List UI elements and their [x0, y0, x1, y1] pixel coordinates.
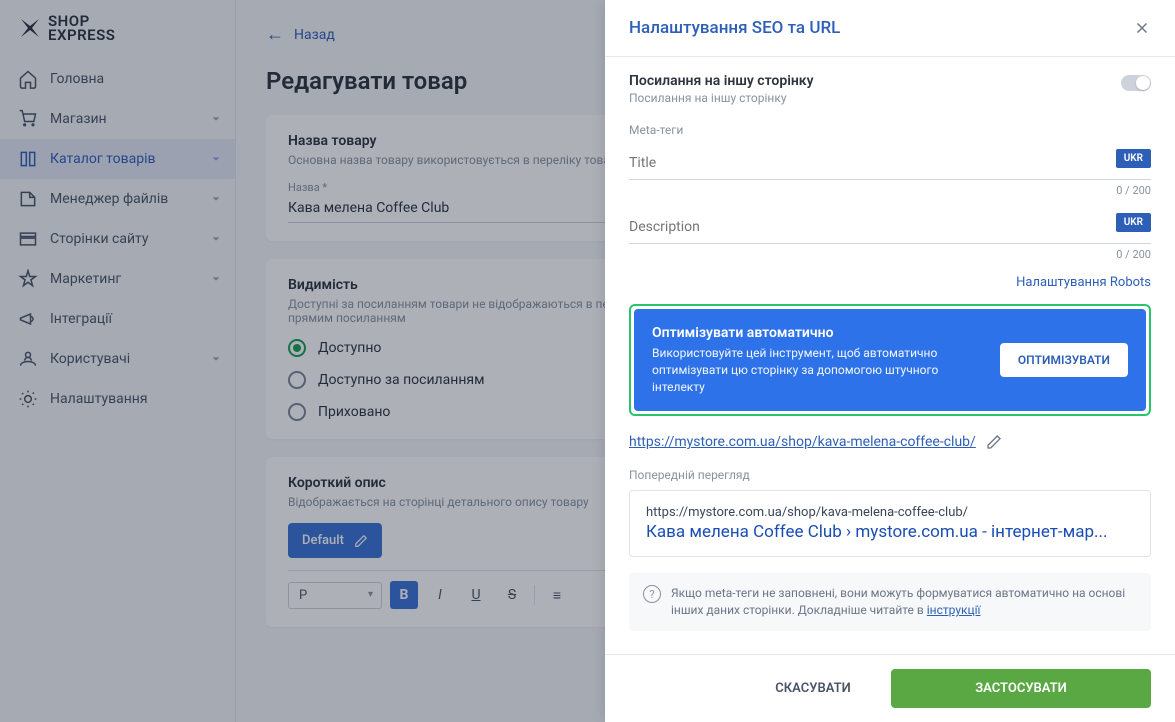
preview-label: Попередній перегляд [629, 468, 1151, 482]
description-char-count: 0 / 200 [629, 248, 1151, 261]
preview-url: https://mystore.com.ua/shop/kava-melena-… [646, 505, 1134, 520]
redirect-subtitle: Посилання на іншу сторінку [629, 91, 1121, 105]
instructions-link[interactable]: інструкції [927, 603, 981, 617]
panel-title: Налаштування SEO та URL [629, 18, 840, 38]
meta-section-label: Meta-теги [629, 123, 1151, 137]
title-char-count: 0 / 200 [629, 184, 1151, 197]
seo-settings-panel: Налаштування SEO та URL Посилання на інш… [605, 0, 1175, 722]
meta-description-input[interactable] [629, 211, 1151, 244]
redirect-title: Посилання на іншу сторінку [629, 73, 1121, 89]
info-box: ? Якщо meta-теги не заповнені, вони можу… [629, 573, 1151, 631]
pencil-icon[interactable] [986, 434, 1002, 450]
optimize-description: Використовуйте цей інструмент, щоб автом… [652, 345, 984, 395]
cancel-button[interactable]: СКАСУВАТИ [747, 669, 879, 708]
panel-header: Налаштування SEO та URL [605, 0, 1175, 57]
optimize-highlight: Оптимізувати автоматично Використовуйте … [629, 304, 1151, 416]
redirect-toggle-row: Посилання на іншу сторінку Посилання на … [629, 73, 1151, 105]
redirect-toggle[interactable] [1121, 75, 1151, 91]
robots-settings-link[interactable]: Налаштування Robots [629, 275, 1151, 290]
preview-title: Кава мелена Coffee Club › mystore.com.ua… [646, 522, 1134, 542]
apply-button[interactable]: ЗАСТОСУВАТИ [891, 669, 1151, 708]
optimize-button[interactable]: ОПТИМІЗУВАТИ [1000, 343, 1128, 377]
optimize-title: Оптимізувати автоматично [652, 325, 984, 341]
close-icon[interactable] [1133, 19, 1151, 37]
info-icon: ? [643, 585, 661, 603]
panel-footer: СКАСУВАТИ ЗАСТОСУВАТИ [605, 654, 1175, 722]
meta-title-input[interactable] [629, 147, 1151, 180]
search-preview: https://mystore.com.ua/shop/kava-melena-… [629, 490, 1151, 557]
optimize-box: Оптимізувати автоматично Використовуйте … [634, 309, 1146, 411]
lang-badge[interactable]: UKR [1116, 213, 1151, 232]
page-url-link[interactable]: https://mystore.com.ua/shop/kava-melena-… [629, 434, 976, 450]
lang-badge[interactable]: UKR [1116, 149, 1151, 168]
